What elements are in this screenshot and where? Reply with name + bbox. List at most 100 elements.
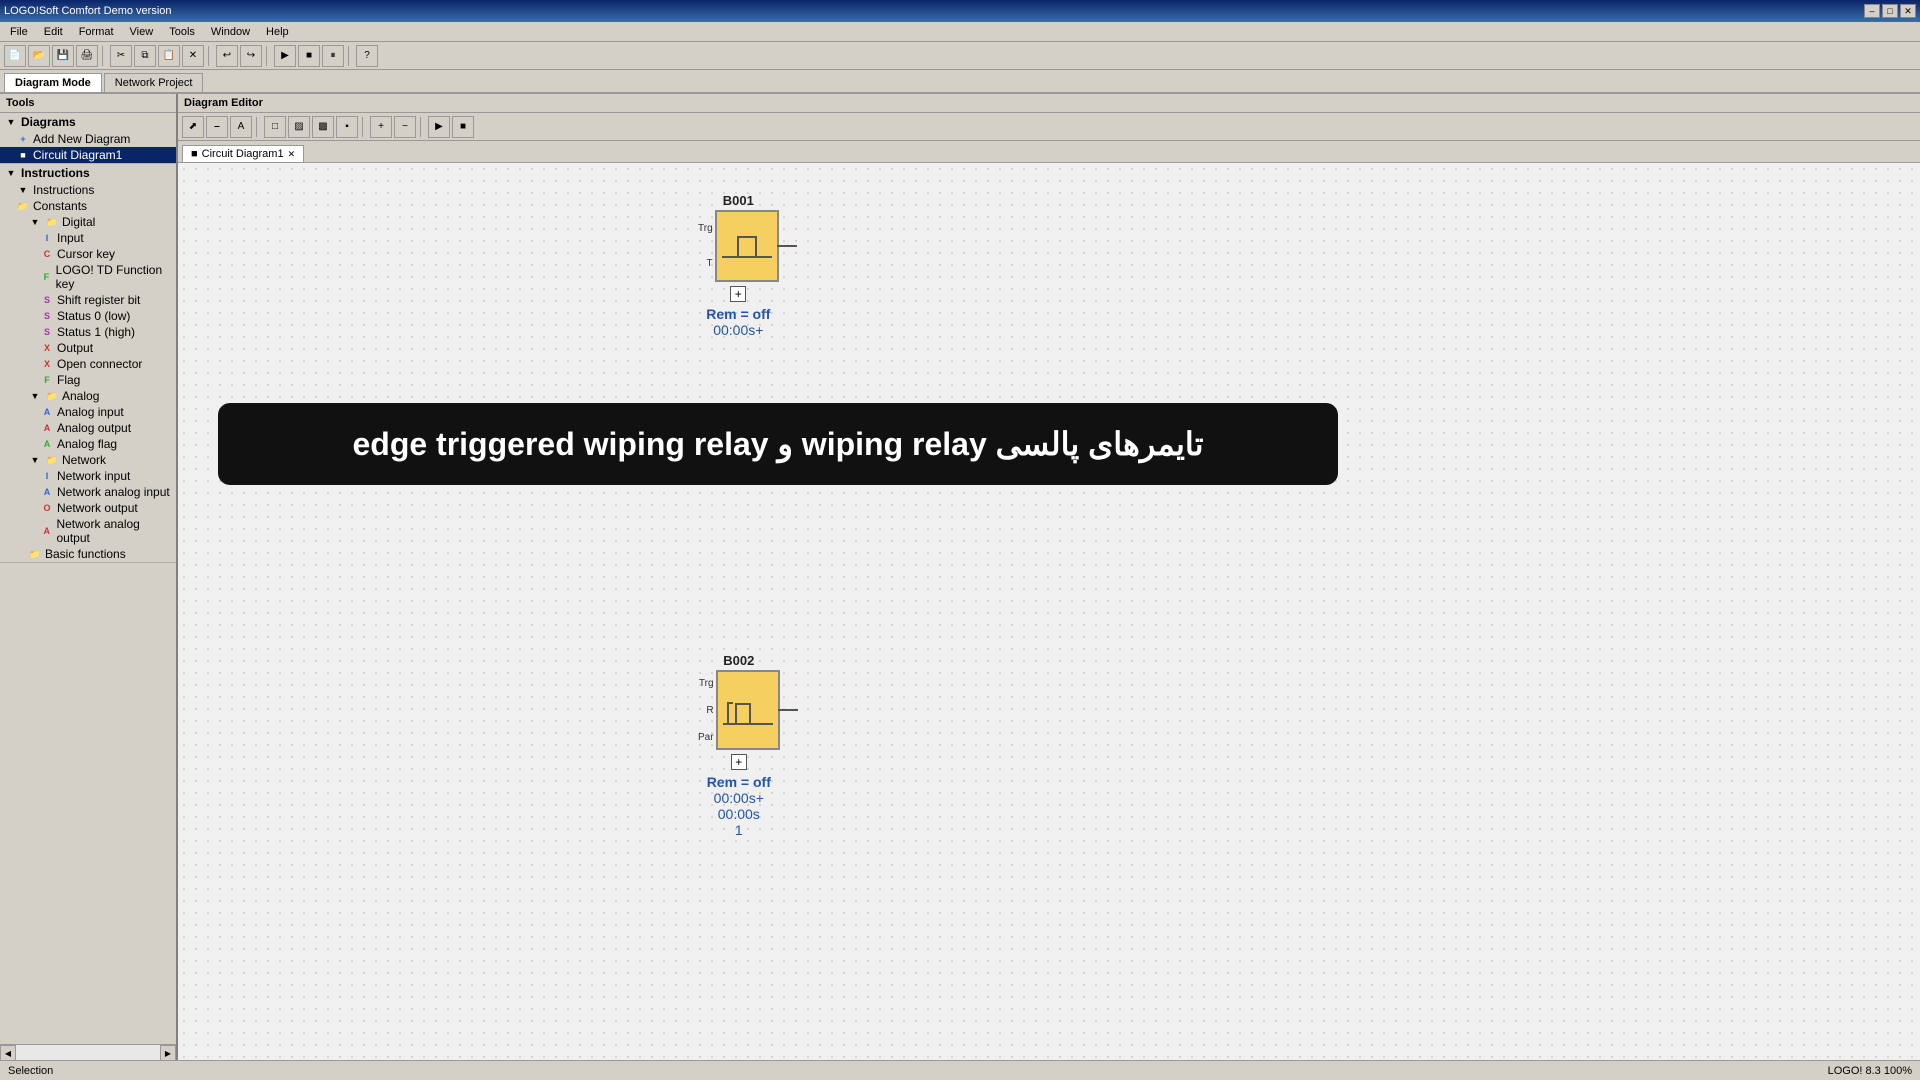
item-shift-reg[interactable]: S Shift register bit — [0, 292, 176, 308]
network-folder-item[interactable]: ▼ 📁 Network — [0, 452, 176, 468]
close-tab-btn[interactable]: ✕ — [288, 149, 296, 160]
b002-time2: 00:00s — [718, 806, 760, 822]
tree-scroll[interactable]: ▼ Diagrams + Add New Diagram ■ Circuit D… — [0, 113, 176, 1044]
item-network-input[interactable]: I Network input — [0, 468, 176, 484]
add-new-diagram-item[interactable]: + Add New Diagram — [0, 131, 176, 147]
b002-r-pin: R — [706, 705, 713, 716]
tb-start[interactable]: ▶ — [274, 45, 296, 67]
dt-sim1[interactable]: ▶ — [428, 116, 450, 138]
menu-view[interactable]: View — [124, 24, 160, 40]
item-status1[interactable]: S Status 1 (high) — [0, 324, 176, 340]
title-bar: LOGO!Soft Comfort Demo version – □ ✕ — [0, 0, 1920, 22]
menu-edit[interactable]: Edit — [38, 24, 69, 40]
shift-reg-icon: S — [40, 293, 54, 307]
instructions-label: Instructions — [21, 166, 90, 180]
tb-save[interactable]: 💾 — [52, 45, 74, 67]
dt-sep2 — [362, 117, 366, 137]
logo-td-label: LOGO! TD Function key — [56, 263, 172, 291]
b001-waveform — [722, 226, 772, 266]
minimize-btn[interactable]: – — [1864, 4, 1880, 18]
dt-b1[interactable]: □ — [264, 116, 286, 138]
tb-help[interactable]: ? — [356, 45, 378, 67]
menu-file[interactable]: File — [4, 24, 34, 40]
digital-folder-item[interactable]: ▼ 📁 Digital — [0, 214, 176, 230]
item-network-analog-output[interactable]: A Network analog output — [0, 516, 176, 546]
item-cursor-key[interactable]: C Cursor key — [0, 246, 176, 262]
menu-help[interactable]: Help — [260, 24, 295, 40]
tb-print[interactable]: 🖨 — [76, 45, 98, 67]
tab-network-project[interactable]: Network Project — [104, 73, 204, 92]
tb-new[interactable]: 📄 — [4, 45, 26, 67]
basic-functions-item[interactable]: 📁 Basic functions — [0, 546, 176, 562]
network-input-icon: I — [40, 469, 54, 483]
item-flag[interactable]: F Flag — [0, 372, 176, 388]
tb-redo[interactable]: ↪ — [240, 45, 262, 67]
b001-rem: Rem = off — [706, 306, 770, 322]
dt-wire[interactable]: ⎯ — [206, 116, 228, 138]
menu-format[interactable]: Format — [73, 24, 120, 40]
dt-select[interactable]: ⬈ — [182, 116, 204, 138]
dt-sim2[interactable]: ■ — [452, 116, 474, 138]
item-status0[interactable]: S Status 0 (low) — [0, 308, 176, 324]
instructions-sub-item[interactable]: ▼ Instructions — [0, 182, 176, 198]
tb-paste[interactable]: 📋 — [158, 45, 180, 67]
item-network-analog-input[interactable]: A Network analog input — [0, 484, 176, 500]
instructions-header[interactable]: ▼ Instructions — [0, 164, 176, 182]
tb-pause[interactable]: ⏸ — [322, 45, 344, 67]
circuit-diagram-tab-label: Circuit Diagram1 — [202, 148, 284, 160]
circuit-diagram1-item[interactable]: ■ Circuit Diagram1 — [0, 147, 176, 163]
tb-undo[interactable]: ↩ — [216, 45, 238, 67]
item-open-conn[interactable]: X Open connector — [0, 356, 176, 372]
title-bar-controls[interactable]: – □ ✕ — [1864, 4, 1916, 18]
tb-open[interactable]: 📂 — [28, 45, 50, 67]
item-analog-output[interactable]: A Analog output — [0, 420, 176, 436]
menu-window[interactable]: Window — [205, 24, 256, 40]
editor-area: Diagram Editor ⬈ ⎯ A □ ▨ ▩ ▪ + − ▶ ■ ■ C… — [178, 94, 1920, 1060]
diagrams-group: ▼ Diagrams + Add New Diagram ■ Circuit D… — [0, 113, 176, 164]
menu-bar: File Edit Format View Tools Window Help — [0, 22, 1920, 42]
item-input[interactable]: I Input — [0, 230, 176, 246]
tb-cut[interactable]: ✂ — [110, 45, 132, 67]
menu-tools[interactable]: Tools — [163, 24, 201, 40]
b001-expand-btn[interactable]: + — [730, 286, 746, 302]
constants-item[interactable]: 📁 Constants — [0, 198, 176, 214]
tb-delete[interactable]: ✕ — [182, 45, 204, 67]
scroll-right[interactable]: ▶ — [160, 1045, 176, 1060]
b002-id: B002 — [723, 653, 754, 668]
add-diagram-icon: + — [16, 132, 30, 146]
circuit-diagram-tab[interactable]: ■ Circuit Diagram1 ✕ — [182, 145, 304, 162]
diagrams-header[interactable]: ▼ Diagrams — [0, 113, 176, 131]
status0-icon: S — [40, 309, 54, 323]
panel-title: Tools — [0, 94, 176, 113]
item-analog-flag[interactable]: A Analog flag — [0, 436, 176, 452]
status0-label: Status 0 (low) — [57, 309, 130, 323]
dt-text[interactable]: A — [230, 116, 252, 138]
main-toolbar: 📄 📂 💾 🖨 ✂ ⧉ 📋 ✕ ↩ ↪ ▶ ■ ⏸ ? — [0, 42, 1920, 70]
dt-zoom-out[interactable]: − — [394, 116, 416, 138]
item-logo-td[interactable]: F LOGO! TD Function key — [0, 262, 176, 292]
tab-diagram-mode[interactable]: Diagram Mode — [4, 73, 102, 92]
item-network-output[interactable]: O Network output — [0, 500, 176, 516]
item-output[interactable]: X Output — [0, 340, 176, 356]
circuit-icon: ■ — [16, 148, 30, 162]
dt-zoom-in[interactable]: + — [370, 116, 392, 138]
item-analog-input[interactable]: A Analog input — [0, 404, 176, 420]
tb-copy[interactable]: ⧉ — [134, 45, 156, 67]
restore-btn[interactable]: □ — [1882, 4, 1898, 18]
open-conn-icon: X — [40, 357, 54, 371]
dt-b3[interactable]: ▩ — [312, 116, 334, 138]
analog-folder-item[interactable]: ▼ 📁 Analog — [0, 388, 176, 404]
b002-trg-pin: Trg — [699, 678, 714, 689]
close-btn[interactable]: ✕ — [1900, 4, 1916, 18]
network-input-label: Network input — [57, 469, 130, 483]
b002-expand-btn[interactable]: + — [731, 754, 747, 770]
canvas-dots — [178, 163, 1920, 1060]
dt-b2[interactable]: ▨ — [288, 116, 310, 138]
tb-stop[interactable]: ■ — [298, 45, 320, 67]
dt-b4[interactable]: ▪ — [336, 116, 358, 138]
scroll-left[interactable]: ◀ — [0, 1045, 16, 1060]
network-label: Network — [62, 453, 106, 467]
app-title: LOGO!Soft Comfort Demo version — [4, 5, 172, 17]
canvas: تایمرهای پالسی wiping relay و edge trigg… — [178, 163, 1920, 1060]
status-right: LOGO! 8.3 100% — [1828, 1065, 1912, 1077]
